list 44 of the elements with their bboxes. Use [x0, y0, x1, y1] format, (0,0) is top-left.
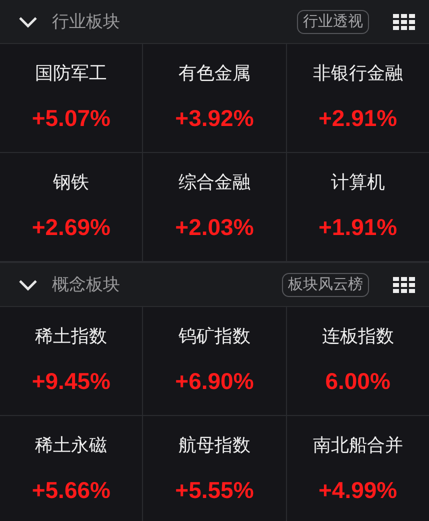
sector-tile[interactable]: 国防军工 +5.07% — [0, 44, 142, 152]
sector-tile[interactable]: 稀土指数 +9.45% — [0, 307, 142, 415]
section-title: 行业板块 — [52, 10, 120, 33]
percent-change: +4.99% — [318, 476, 398, 506]
percent-change: +2.69% — [32, 213, 110, 242]
sector-name: 南北船合并 — [312, 434, 403, 458]
sector-name: 航母指数 — [178, 434, 250, 458]
percent-change: +5.07% — [32, 104, 110, 134]
sector-name: 稀土指数 — [35, 325, 108, 348]
grid-icon[interactable] — [393, 14, 415, 30]
sector-name: 计算机 — [330, 171, 385, 194]
percent-change: +5.55% — [175, 476, 254, 506]
sector-name: 稀土永磁 — [35, 434, 108, 458]
sector-name: 非银行金融 — [312, 62, 403, 86]
percent-change: +9.45% — [32, 367, 110, 396]
percent-change: +3.92% — [175, 104, 254, 134]
percent-change: +5.66% — [32, 476, 110, 506]
sector-tile[interactable]: 稀土永磁 +5.66% — [0, 416, 142, 521]
sector-tile[interactable]: 有色金属 +3.92% — [143, 44, 286, 152]
percent-change: +2.03% — [175, 213, 254, 242]
percent-change: 6.00% — [325, 367, 390, 396]
sector-name: 综合金融 — [178, 171, 250, 194]
sector-name: 有色金属 — [178, 62, 250, 86]
sector-tile[interactable]: 综合金融 +2.03% — [143, 153, 286, 261]
sector-name: 国防军工 — [35, 62, 108, 86]
sector-name: 钨矿指数 — [178, 325, 250, 348]
percent-change: +2.91% — [318, 104, 398, 134]
sector-tile[interactable]: 计算机 +1.91% — [286, 153, 429, 261]
section-title: 概念板块 — [52, 274, 120, 296]
sector-name: 连板指数 — [322, 325, 394, 348]
grid-icon[interactable] — [393, 276, 415, 292]
sector-tile[interactable]: 非银行金融 +2.91% — [286, 44, 429, 152]
percent-change: +1.91% — [318, 213, 398, 242]
chevron-down-icon[interactable] — [18, 278, 38, 290]
section-link-button[interactable]: 板块风云榜 — [282, 272, 369, 296]
sector-tile[interactable]: 连板指数 6.00% — [286, 307, 429, 415]
chevron-down-icon[interactable] — [18, 16, 38, 28]
sector-tile[interactable]: 南北船合并 +4.99% — [286, 416, 429, 521]
section-link-button[interactable]: 行业透视 — [297, 10, 369, 34]
sector-tile[interactable]: 航母指数 +5.55% — [143, 416, 286, 521]
sector-tile[interactable]: 钨矿指数 +6.90% — [143, 307, 286, 415]
percent-change: +6.90% — [175, 367, 254, 396]
sector-tile[interactable]: 钢铁 +2.69% — [0, 153, 142, 261]
sector-name: 钢铁 — [53, 171, 90, 194]
